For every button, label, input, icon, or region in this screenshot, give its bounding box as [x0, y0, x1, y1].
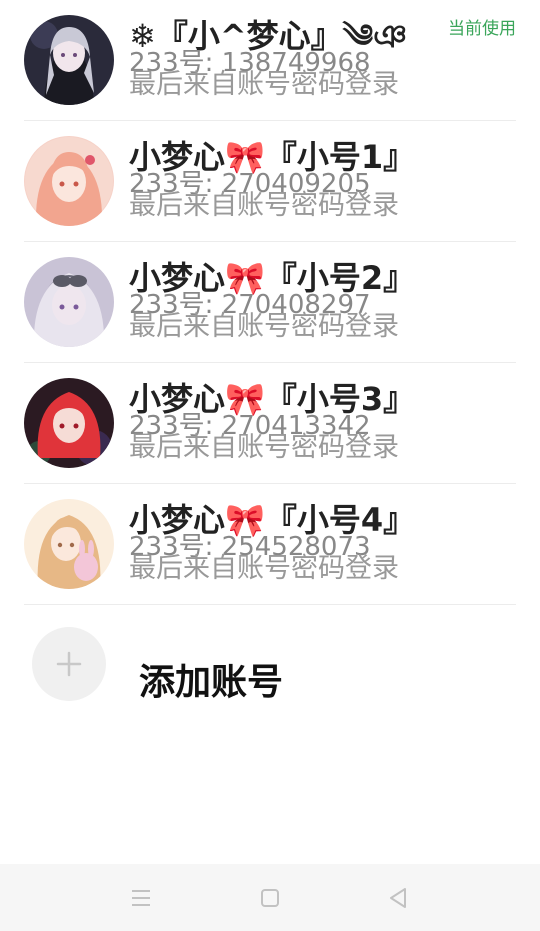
login-method-text: 最后来自账号密码登录: [129, 432, 399, 463]
add-account-button[interactable]: 添加账号: [24, 605, 516, 725]
login-method-text: 最后来自账号密码登录: [129, 69, 399, 100]
back-triangle-icon[interactable]: [382, 882, 414, 914]
system-navigation-bar: [0, 864, 540, 931]
account-row-main[interactable]: ❄『小^梦心』༄ঞ 233号: 138749968 最后来自账号密码登录 当前使…: [24, 0, 516, 121]
home-square-icon[interactable]: [254, 882, 286, 914]
account-row-alt-3[interactable]: 小梦心🎀『小号3』 233号: 270413342 最后来自账号密码登录: [24, 363, 516, 484]
avatar-red-hair-girl-icon: [24, 378, 114, 468]
account-list: ❄『小^梦心』༄ঞ 233号: 138749968 最后来自账号密码登录 当前使…: [0, 0, 540, 605]
account-row-alt-1[interactable]: 小梦心🎀『小号1』 233号: 270409205 最后来自账号密码登录: [24, 121, 516, 242]
avatar-pink-hair-girl-icon: [24, 136, 114, 226]
account-row-alt-2[interactable]: 小梦心🎀『小号2』 233号: 270408297 最后来自账号密码登录: [24, 242, 516, 363]
add-account-label: 添加账号: [139, 662, 284, 703]
avatar: [24, 378, 114, 468]
login-method-text: 最后来自账号密码登录: [129, 190, 399, 221]
plus-icon: [32, 627, 106, 701]
avatar: [24, 136, 114, 226]
avatar-blonde-girl-bunny-icon: [24, 499, 114, 589]
avatar: [24, 499, 114, 589]
account-switch-page: ❄『小^梦心』༄ঞ 233号: 138749968 最后来自账号密码登录 当前使…: [0, 0, 540, 931]
account-row-alt-4[interactable]: 小梦心🎀『小号4』 233号: 254528073 最后来自账号密码登录: [24, 484, 516, 605]
login-method-text: 最后来自账号密码登录: [129, 553, 399, 584]
menu-icon[interactable]: [125, 882, 157, 914]
avatar: [24, 15, 114, 105]
current-use-badge: 当前使用: [448, 19, 516, 39]
avatar-dark-hair-girl-icon: [24, 15, 114, 105]
avatar-silver-hair-girl-icon: [24, 257, 114, 347]
login-method-text: 最后来自账号密码登录: [129, 311, 399, 342]
avatar: [24, 257, 114, 347]
